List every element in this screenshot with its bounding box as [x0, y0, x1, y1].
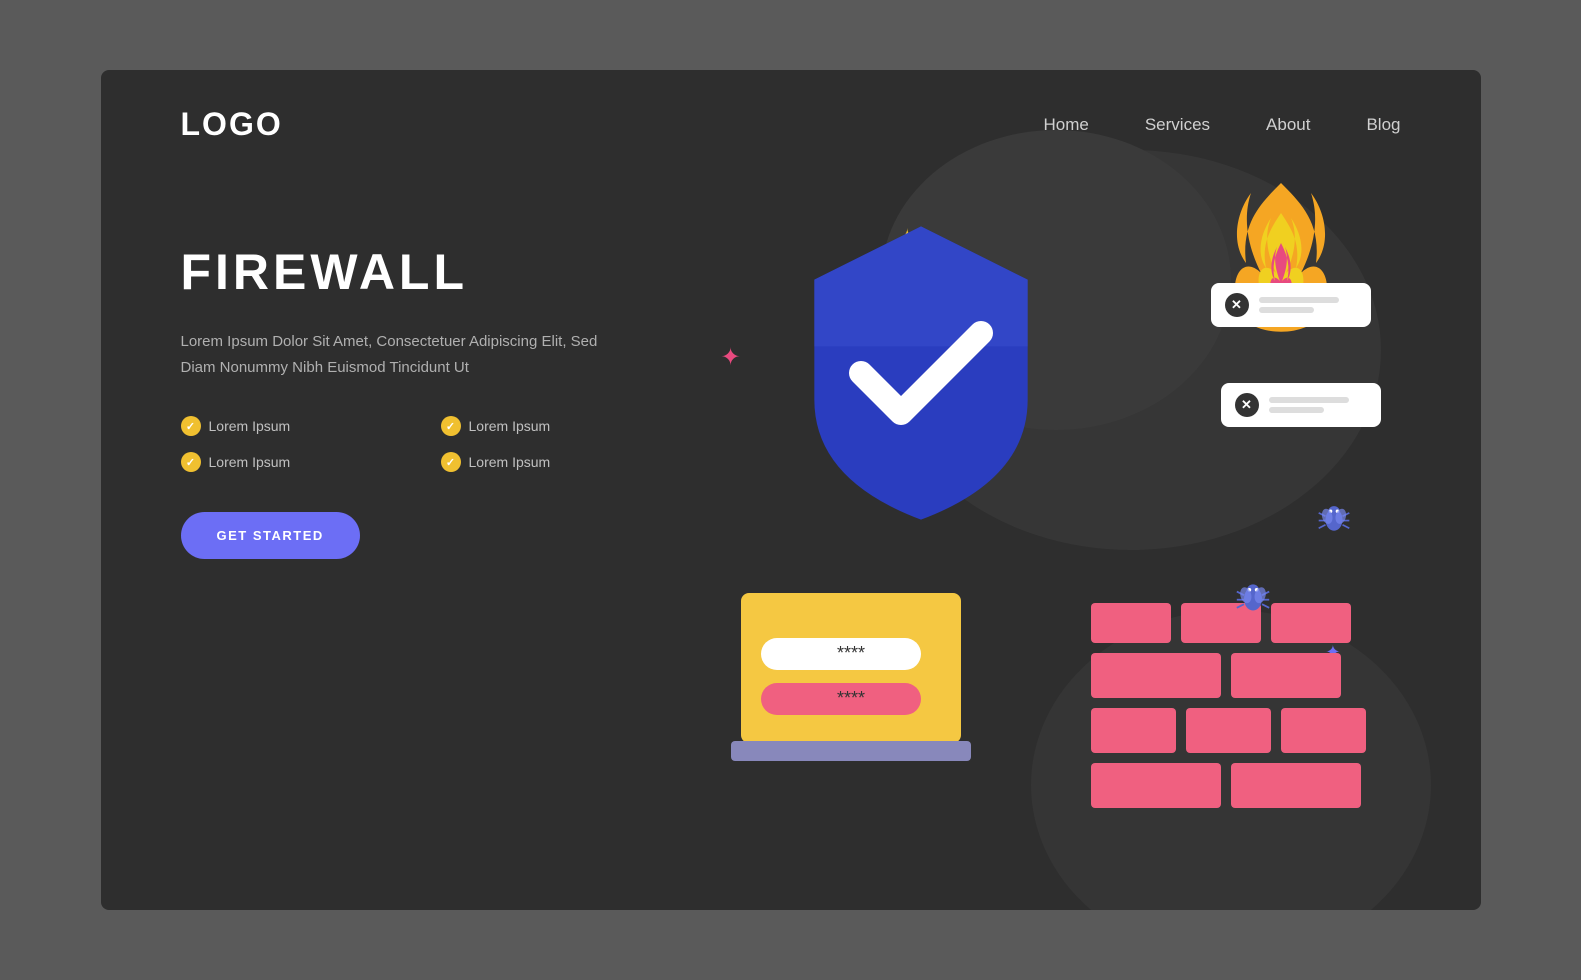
- svg-text:****: ****: [836, 688, 864, 708]
- nav-link-about[interactable]: About: [1266, 115, 1310, 134]
- nav-links: Home Services About Blog: [1043, 115, 1400, 135]
- navbar: LOGO Home Services About Blog: [101, 70, 1481, 143]
- error-line-2a: [1269, 397, 1349, 403]
- svg-text:****: ****: [836, 643, 864, 663]
- checklist: ✓ Lorem Ipsum ✓ Lorem Ipsum ✓ Lorem Ipsu…: [181, 416, 701, 472]
- check-icon-3: ✓: [186, 456, 195, 469]
- error-line-2b: [1269, 407, 1324, 413]
- nav-item-about[interactable]: About: [1266, 115, 1310, 135]
- nav-link-home[interactable]: Home: [1043, 115, 1088, 134]
- bug-icon-2: [1317, 501, 1351, 543]
- check-label-1: Lorem Ipsum: [209, 418, 291, 434]
- check-icon-2: ✓: [446, 420, 455, 433]
- hero-title: FIREWALL: [181, 243, 701, 301]
- check-badge-3: ✓: [181, 452, 201, 472]
- logo: LOGO: [181, 106, 283, 143]
- main-content: FIREWALL Lorem Ipsum Dolor Sit Amet, Con…: [101, 143, 1481, 843]
- check-icon-1: ✓: [186, 420, 195, 433]
- check-badge-2: ✓: [441, 416, 461, 436]
- brick-wall: [1091, 593, 1371, 813]
- illustration-panel: ✦ ✦ ✦: [701, 203, 1401, 843]
- get-started-button[interactable]: GET STARTED: [181, 512, 360, 559]
- check-item-3: ✓ Lorem Ipsum: [181, 452, 441, 472]
- check-item-2: ✓ Lorem Ipsum: [441, 416, 701, 436]
- error-card-2: ✕: [1221, 383, 1381, 427]
- nav-item-blog[interactable]: Blog: [1366, 115, 1400, 135]
- laptop-illustration: **** ****: [731, 583, 971, 783]
- error-line-1a: [1259, 297, 1339, 303]
- nav-item-services[interactable]: Services: [1145, 115, 1210, 135]
- check-badge-1: ✓: [181, 416, 201, 436]
- error-line-1b: [1259, 307, 1314, 313]
- check-badge-4: ✓: [441, 452, 461, 472]
- error-icon-2: ✕: [1235, 393, 1259, 417]
- check-item-1: ✓ Lorem Ipsum: [181, 416, 441, 436]
- check-label-3: Lorem Ipsum: [209, 454, 291, 470]
- error-lines-2: [1269, 397, 1349, 413]
- check-icon-4: ✓: [446, 456, 455, 469]
- nav-link-blog[interactable]: Blog: [1366, 115, 1400, 134]
- nav-item-home[interactable]: Home: [1043, 115, 1088, 135]
- check-label-2: Lorem Ipsum: [469, 418, 551, 434]
- check-label-4: Lorem Ipsum: [469, 454, 551, 470]
- error-lines-1: [1259, 297, 1339, 313]
- page-wrapper: LOGO Home Services About Blog FIREWALL L…: [101, 70, 1481, 910]
- error-x-icon-1: ✕: [1231, 297, 1242, 313]
- left-panel: FIREWALL Lorem Ipsum Dolor Sit Amet, Con…: [181, 203, 701, 559]
- check-item-4: ✓ Lorem Ipsum: [441, 452, 701, 472]
- hero-description: Lorem Ipsum Dolor Sit Amet, Consectetuer…: [181, 329, 601, 380]
- sparkle-star-2: ✦: [721, 343, 741, 372]
- error-card-1: ✕: [1211, 283, 1371, 327]
- shield-icon: [781, 213, 1061, 533]
- error-x-icon-2: ✕: [1241, 397, 1252, 413]
- bug-icon-1: [1235, 579, 1271, 623]
- error-icon-1: ✕: [1225, 293, 1249, 317]
- nav-link-services[interactable]: Services: [1145, 115, 1210, 134]
